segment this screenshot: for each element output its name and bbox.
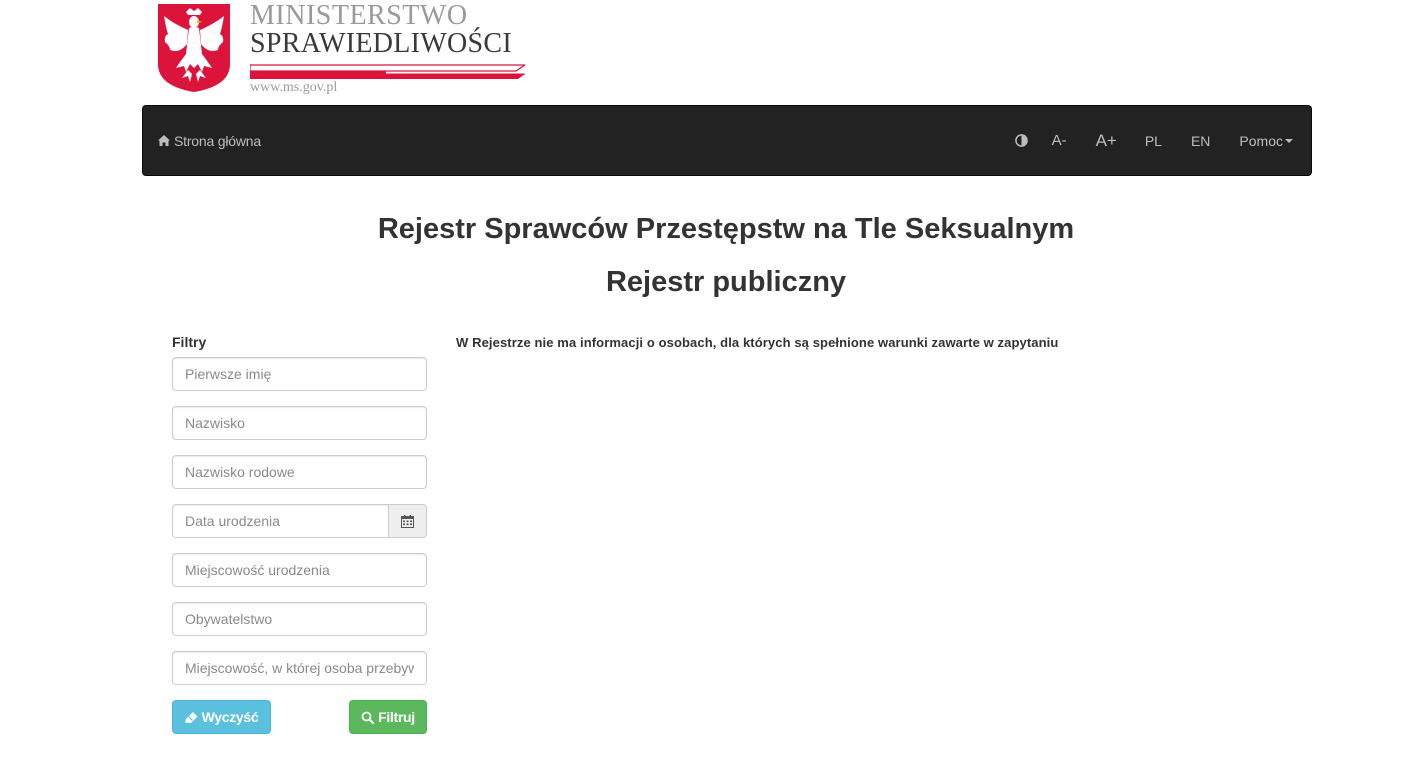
contrast-toggle[interactable] xyxy=(1014,106,1052,175)
home-icon xyxy=(158,135,170,146)
ministry-name-line2: SPRAWIEDLIWOŚCI xyxy=(250,28,513,59)
surname-input[interactable] xyxy=(172,406,427,440)
contrast-icon xyxy=(1014,134,1028,147)
calendar-button[interactable] xyxy=(388,504,427,538)
main-navbar: Strona główna A- A+ PL EN Pomoc xyxy=(142,105,1312,176)
residence-place-input[interactable] xyxy=(172,651,427,685)
font-decrease-button[interactable]: A- xyxy=(1052,106,1067,175)
help-dropdown[interactable]: Pomoc xyxy=(1239,106,1293,175)
page-subtitle: Rejestr publiczny xyxy=(605,266,847,298)
filters-label: Filtry xyxy=(172,334,207,350)
citizenship-input[interactable] xyxy=(172,602,427,636)
ministry-url: www.ms.gov.pl xyxy=(250,80,338,95)
birth-date-group xyxy=(172,504,427,538)
nav-right-group: A- A+ PL EN Pomoc xyxy=(1014,106,1293,175)
lang-pl-link[interactable]: PL xyxy=(1145,106,1162,175)
page-title: Rejestr Sprawców Przestępstw na Tle Seks… xyxy=(377,213,1075,245)
nav-home-label: Strona główna xyxy=(174,132,261,149)
eraser-icon xyxy=(185,711,198,723)
search-icon xyxy=(361,711,375,724)
nav-home-link[interactable]: Strona główna xyxy=(158,106,261,175)
flag-ribbon-icon xyxy=(250,64,525,79)
ministry-logo[interactable]: MINISTERSTWO SPRAWIEDLIWOŚCI www.ms.gov.… xyxy=(156,0,536,98)
polish-eagle-emblem-icon xyxy=(158,4,230,92)
lang-en-link[interactable]: EN xyxy=(1191,106,1210,175)
clear-button[interactable]: Wyczyść xyxy=(172,700,271,734)
first-name-input[interactable] xyxy=(172,357,427,391)
filter-button-label: Filtruj xyxy=(378,709,415,725)
birth-place-input[interactable] xyxy=(172,553,427,587)
calendar-icon xyxy=(401,514,414,528)
caret-down-icon xyxy=(1285,138,1293,143)
font-increase-button[interactable]: A+ xyxy=(1096,106,1117,175)
no-results-message: W Rejestrze nie ma informacji o osobach,… xyxy=(456,335,1059,350)
help-label: Pomoc xyxy=(1239,132,1283,149)
filter-button[interactable]: Filtruj xyxy=(349,700,427,734)
clear-button-label: Wyczyść xyxy=(201,709,259,725)
family-name-input[interactable] xyxy=(172,455,427,489)
birth-date-input[interactable] xyxy=(172,504,388,538)
